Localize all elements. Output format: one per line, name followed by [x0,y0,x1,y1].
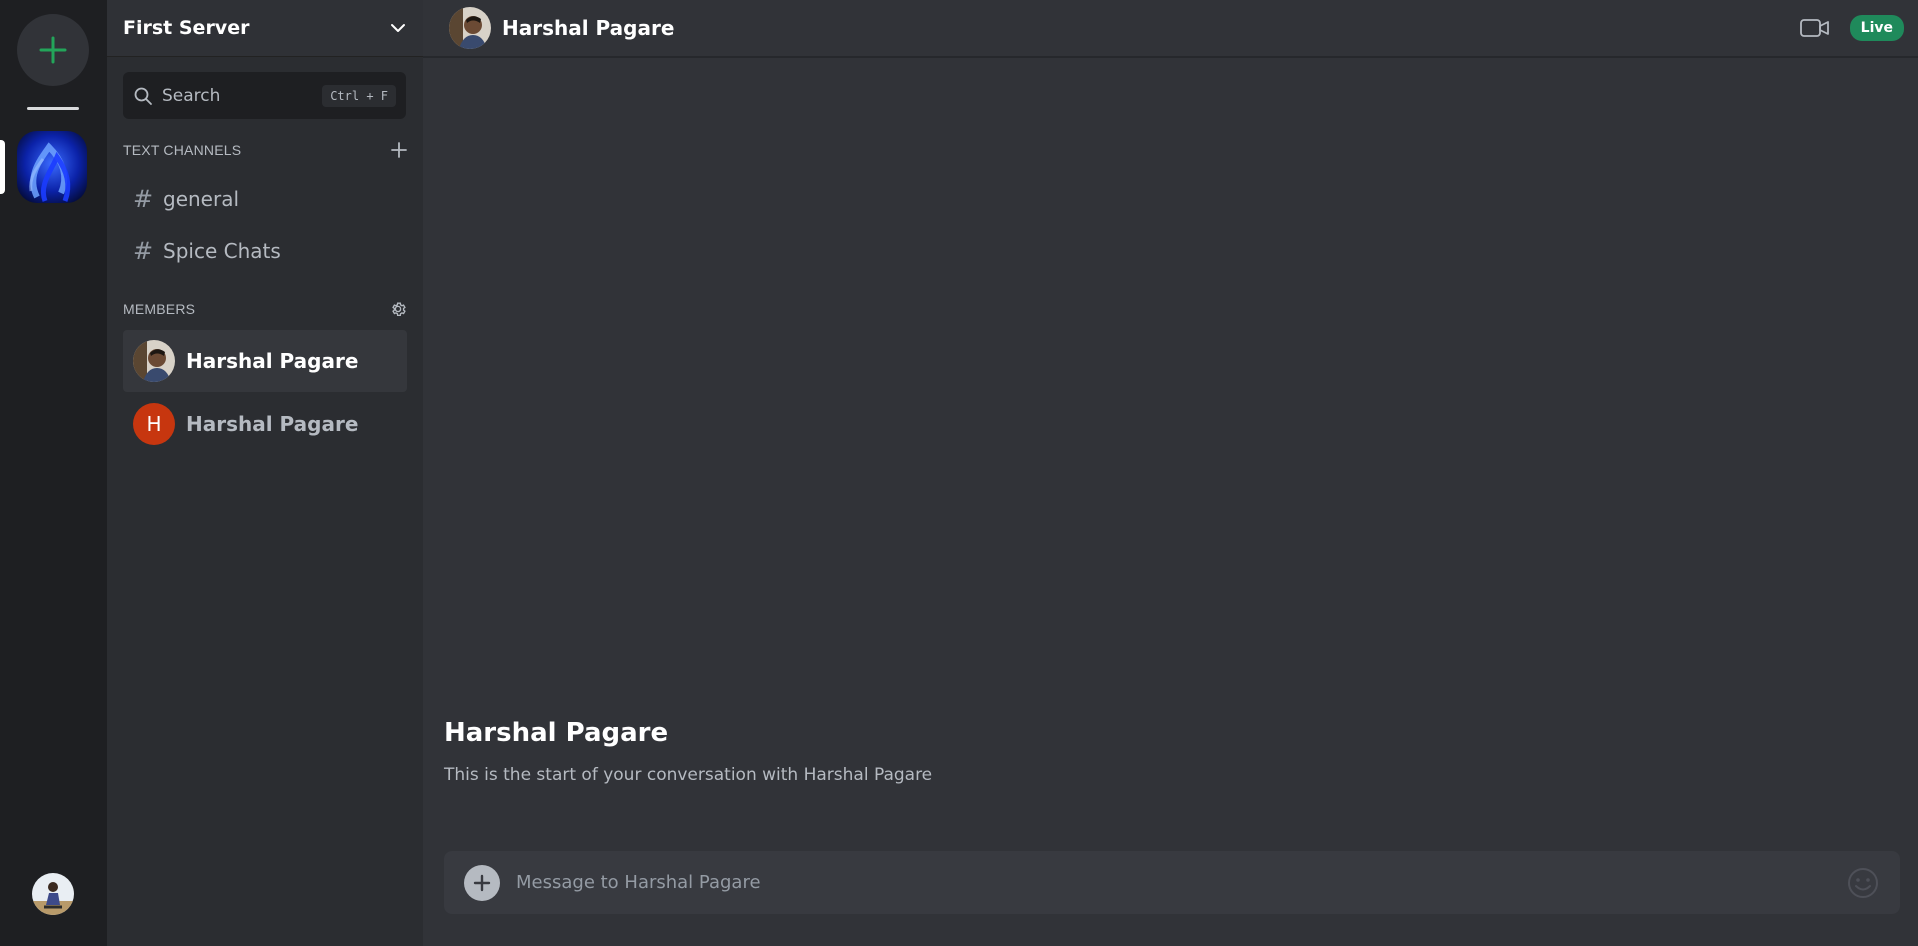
member-name: Harshal Pagare [186,349,359,373]
app-window: First Server Search Ctrl + F TEXT CHANNE… [0,0,1918,946]
members-title: MEMBERS [123,301,196,317]
member-item-harshal-pagare-1[interactable]: Harshal Pagare [123,330,407,392]
text-channels-header: TEXT CHANNELS [123,142,407,158]
current-user-avatar[interactable] [32,873,74,915]
rail-divider [27,107,79,110]
add-server-button[interactable] [17,14,89,86]
message-input[interactable] [516,872,1846,893]
plus-icon [39,36,67,64]
conversation-intro-title: Harshal Pagare [444,718,669,748]
video-camera-icon[interactable] [1799,18,1830,38]
server-header[interactable]: First Server [107,0,423,57]
attach-button[interactable] [464,864,500,901]
avatar [133,340,175,382]
search-button[interactable]: Search Ctrl + F [123,72,406,119]
message-composer [444,851,1900,914]
text-channels-title: TEXT CHANNELS [123,142,242,158]
member-name: Harshal Pagare [186,412,359,436]
conversation-panel: Harshal Pagare Live Harshal Pagare This … [423,0,1918,946]
conversation-title: Harshal Pagare [502,16,675,40]
server-rail [0,0,107,946]
channel-sidebar: First Server Search Ctrl + F TEXT CHANNE… [107,0,423,946]
search-label: Search [162,85,221,106]
hash-icon: # [133,185,154,213]
avatar-initial: H [146,412,162,436]
server-name: First Server [123,17,250,39]
live-badge[interactable]: Live [1849,15,1904,41]
emoji-icon[interactable] [1846,866,1880,900]
gear-icon[interactable] [389,300,407,318]
member-item-harshal-pagare-2[interactable]: H Harshal Pagare [123,393,407,455]
conversation-intro-subtitle: This is the start of your conversation w… [444,765,933,785]
search-shortcut: Ctrl + F [322,84,396,107]
avatar [449,7,491,49]
server-icon-first-server[interactable] [17,131,87,203]
channel-label: general [163,187,240,211]
members-header: MEMBERS [123,300,407,318]
hash-icon: # [133,237,154,265]
channel-item-general[interactable]: # general [123,177,407,221]
chevron-down-icon [391,24,405,32]
avatar: H [133,403,175,445]
channel-label: Spice Chats [163,239,281,263]
plus-icon [473,874,491,891]
search-icon [134,87,152,105]
conversation-header: Harshal Pagare Live [423,0,1918,58]
add-channel-icon[interactable] [391,142,407,158]
active-server-indicator [0,140,5,194]
channel-item-spice-chats[interactable]: # Spice Chats [123,229,407,273]
